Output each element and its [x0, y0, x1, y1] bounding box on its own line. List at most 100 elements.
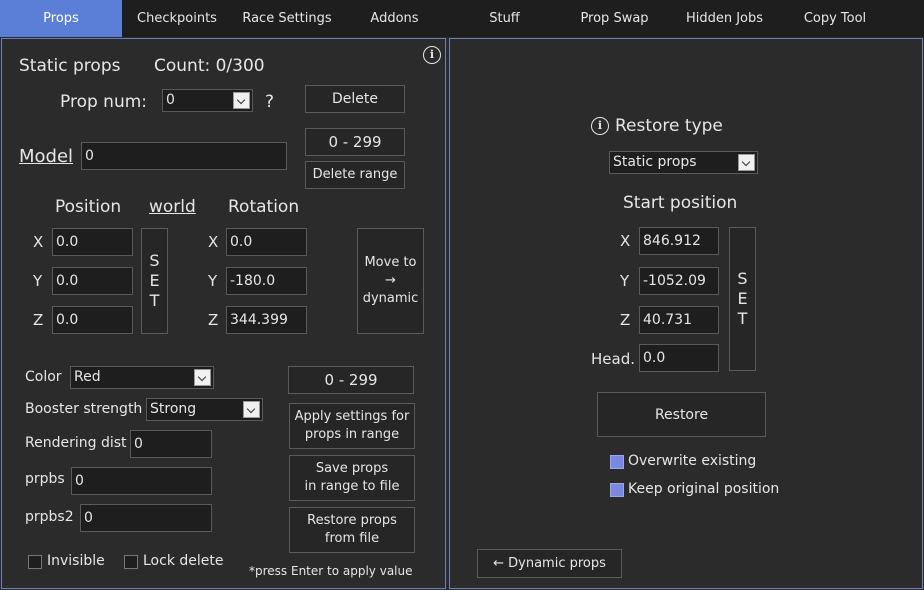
color-value: Red	[74, 369, 101, 385]
chevron-down-icon	[243, 401, 260, 418]
start-y-label: Y	[620, 272, 630, 290]
booster-value: Strong	[150, 401, 197, 417]
color-select[interactable]: Red	[70, 366, 214, 389]
restore-type-value: Static props	[613, 154, 697, 170]
pos-y-label: Y	[33, 272, 43, 290]
prpbs-label: prpbs	[25, 471, 65, 487]
booster-select[interactable]: Strong	[146, 398, 263, 421]
render-dist-input[interactable]: 0	[130, 430, 212, 458]
save-props-button[interactable]: Save props in range to file	[289, 455, 415, 501]
save-text-2: in range to file	[304, 479, 400, 494]
restore-props-button[interactable]: Restore props from file	[289, 507, 415, 553]
model-input[interactable]: 0	[81, 142, 287, 170]
rotation-label: Rotation	[228, 197, 300, 217]
move-to-text: Move to	[364, 255, 417, 270]
save-text-1: Save props	[315, 461, 389, 476]
tab-addons[interactable]: Addons	[342, 0, 447, 37]
prpbs-input[interactable]: 0	[71, 467, 212, 495]
rot-x-input[interactable]: 0.0	[226, 228, 307, 256]
tab-stuff[interactable]: Stuff	[447, 0, 562, 37]
booster-label: Booster strength	[25, 401, 143, 417]
set-letter: T	[737, 309, 748, 328]
pos-z-label: Z	[33, 311, 44, 329]
keep-original-position-label: Keep original position	[628, 481, 780, 497]
color-label: Color	[25, 369, 62, 385]
tab-hidden-jobs[interactable]: Hidden Jobs	[667, 0, 782, 37]
move-dynamic-text: dynamic	[362, 291, 419, 306]
prpbs2-label: prpbs2	[25, 509, 74, 525]
position-label: Position	[55, 197, 122, 217]
restore-text-1: Restore props	[307, 513, 397, 528]
prop-num-value: 0	[166, 92, 175, 108]
pos-x-input[interactable]: 0.0	[52, 228, 133, 256]
keep-original-position-checkbox[interactable]	[610, 483, 624, 497]
enter-hint: *press Enter to apply value	[249, 564, 413, 578]
tab-checkpoints[interactable]: Checkpoints	[122, 0, 232, 37]
restore-type-select[interactable]: Static props	[609, 151, 758, 174]
apply-text-1: Apply settings for	[294, 409, 410, 424]
info-icon[interactable]: i	[423, 46, 441, 64]
apply-settings-button[interactable]: Apply settings for props in range	[289, 403, 415, 449]
restore-button[interactable]: Restore	[597, 392, 766, 437]
set-letter: E	[737, 289, 748, 308]
set-letter: T	[149, 291, 160, 310]
model-link[interactable]: Model	[19, 146, 73, 167]
world-link[interactable]: world	[149, 197, 196, 217]
range-input-mid[interactable]: 0 - 299	[288, 366, 414, 394]
heading-label: Head.	[591, 350, 635, 368]
tab-bar: Props Checkpoints Race Settings Addons S…	[0, 0, 924, 37]
tab-props[interactable]: Props	[0, 0, 122, 37]
invisible-checkbox[interactable]	[28, 555, 42, 569]
rot-z-label: Z	[208, 311, 219, 329]
start-x-input[interactable]: 846.912	[639, 227, 719, 255]
prop-num-select[interactable]: 0	[162, 89, 253, 112]
prop-count: Count: 0/300	[154, 56, 265, 76]
pos-x-label: X	[33, 233, 44, 251]
pos-y-input[interactable]: 0.0	[52, 267, 133, 295]
set-start-position-button[interactable]: S E T	[729, 227, 756, 371]
heading-input[interactable]: 0.0	[639, 344, 719, 372]
pos-z-input[interactable]: 0.0	[52, 306, 133, 334]
restore-panel: i Restore type Static props Start positi…	[449, 38, 923, 589]
rot-z-input[interactable]: 344.399	[226, 306, 307, 334]
start-y-input[interactable]: -1052.09	[639, 267, 719, 295]
lock-delete-label: Lock delete	[143, 553, 224, 569]
panel-title: Static props	[19, 56, 121, 76]
set-letter: S	[737, 269, 748, 288]
start-z-input[interactable]: 40.731	[639, 306, 719, 334]
arrow-right-icon: →	[385, 273, 396, 288]
apply-text-2: props in range	[304, 427, 400, 442]
static-props-panel: i Static props Count: 0/300 Prop num: 0 …	[1, 38, 446, 589]
chevron-down-icon	[738, 154, 755, 171]
set-letter: E	[149, 271, 160, 290]
set-position-button[interactable]: S E T	[141, 228, 168, 334]
lock-delete-checkbox[interactable]	[124, 555, 138, 569]
rot-y-label: Y	[208, 272, 218, 290]
rot-y-input[interactable]: -180.0	[226, 267, 307, 295]
help-mark: ?	[265, 92, 275, 112]
range-input-top[interactable]: 0 - 299	[305, 128, 405, 156]
overwrite-existing-checkbox[interactable]	[610, 455, 624, 469]
invisible-label: Invisible	[47, 553, 105, 569]
rot-x-label: X	[208, 233, 219, 251]
move-to-dynamic-button[interactable]: Move to → dynamic	[357, 228, 424, 334]
restore-type-label: Restore type	[615, 116, 723, 136]
prop-num-label: Prop num:	[60, 92, 148, 112]
chevron-down-icon	[194, 369, 211, 386]
info-icon[interactable]: i	[591, 117, 609, 135]
start-position-label: Start position	[623, 193, 738, 213]
start-x-label: X	[620, 232, 631, 250]
chevron-down-icon	[233, 92, 250, 109]
tab-race-settings[interactable]: Race Settings	[232, 0, 342, 37]
start-z-label: Z	[620, 311, 631, 329]
delete-button[interactable]: Delete	[305, 85, 405, 113]
set-letter: S	[149, 251, 160, 270]
prpbs2-input[interactable]: 0	[80, 504, 212, 532]
dynamic-props-button[interactable]: ← Dynamic props	[477, 549, 622, 578]
tab-prop-swap[interactable]: Prop Swap	[562, 0, 667, 37]
render-dist-label: Rendering dist	[25, 435, 127, 451]
tab-copy-tool[interactable]: Copy Tool	[782, 0, 888, 37]
delete-range-button[interactable]: Delete range	[305, 161, 405, 189]
overwrite-existing-label: Overwrite existing	[628, 453, 757, 469]
restore-text-2: from file	[324, 531, 380, 546]
